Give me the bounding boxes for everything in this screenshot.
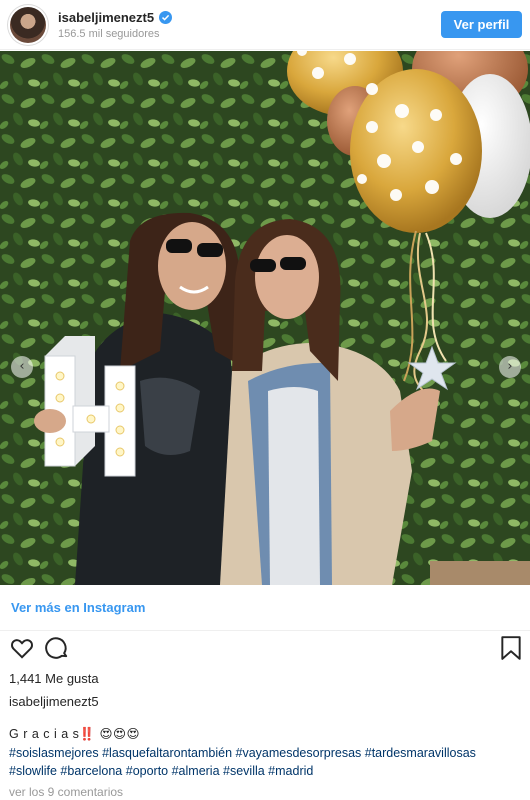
photo-illustration	[0, 51, 530, 585]
previous-photo-button[interactable]: ‹	[11, 356, 33, 378]
view-profile-button[interactable]: Ver perfil	[441, 11, 522, 38]
chevron-right-icon: ›	[507, 359, 513, 374]
post-hashtags[interactable]: #soislasmejores #lasquefaltarontambién #…	[9, 744, 524, 780]
heart-icon[interactable]	[9, 635, 35, 666]
username-link[interactable]: isabeljimenezt5	[58, 10, 154, 25]
post-header: isabeljimenezt5 156.5 mil seguidores Ver…	[0, 0, 530, 50]
post-owner-username[interactable]: isabeljimenezt5	[9, 694, 99, 709]
see-more-bar: Ver más en Instagram	[0, 585, 530, 631]
chevron-left-icon: ‹	[19, 359, 25, 374]
comment-icon[interactable]	[44, 635, 70, 666]
post-caption: G r a c i a s‼️ 😍😍😍	[9, 727, 141, 741]
next-photo-button[interactable]: ›	[499, 356, 521, 378]
view-comments-link[interactable]: ver los 9 comentarios	[9, 785, 123, 799]
see-more-link[interactable]: Ver más en Instagram	[11, 600, 145, 615]
avatar[interactable]	[10, 7, 46, 43]
like-count[interactable]: 1,441 Me gusta	[9, 671, 99, 686]
follower-count: 156.5 mil seguidores	[58, 28, 160, 40]
post-actions	[0, 633, 530, 669]
post-photo[interactable]: ‹ ›	[0, 51, 530, 585]
verified-badge-icon	[159, 11, 173, 24]
username-row: isabeljimenezt5	[58, 10, 173, 25]
bookmark-icon[interactable]	[499, 635, 523, 666]
